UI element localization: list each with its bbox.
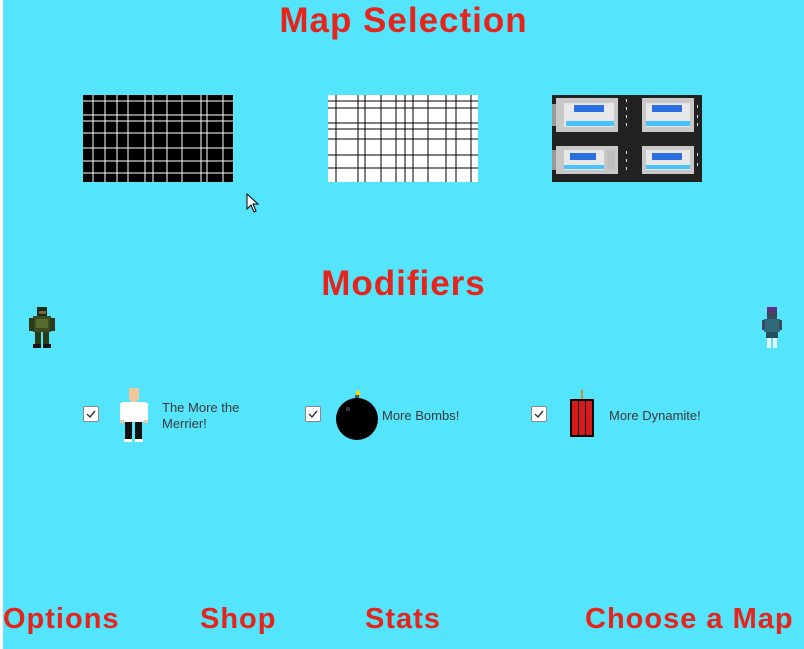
map-light-grid-thumbnail[interactable] bbox=[328, 95, 478, 182]
choose-a-map-button[interactable]: Choose a Map bbox=[585, 603, 794, 636]
bomb-icon bbox=[334, 389, 380, 441]
person-icon bbox=[119, 388, 149, 443]
map-city-thumbnail[interactable] bbox=[552, 95, 702, 182]
modifier-checkbox-more-merrier[interactable] bbox=[83, 406, 99, 422]
game-screen: Map Selection Modifiers The More the Mer… bbox=[3, 0, 804, 649]
checkmark-icon bbox=[86, 410, 96, 419]
modifier-label-more-bombs: More Bombs! bbox=[382, 408, 460, 423]
mouse-cursor-icon bbox=[246, 193, 260, 213]
dynamite-icon bbox=[569, 390, 595, 438]
map-dark-grid-thumbnail[interactable] bbox=[83, 95, 233, 182]
options-button[interactable]: Options bbox=[3, 603, 120, 636]
checkmark-icon bbox=[534, 410, 544, 419]
modifier-checkbox-more-bombs[interactable] bbox=[305, 406, 321, 422]
light-grid-map-icon bbox=[328, 95, 478, 182]
dark-grid-map-icon bbox=[83, 95, 233, 182]
modifier-label-more-merrier: The More the Merrier! bbox=[162, 400, 240, 431]
modifiers-title: Modifiers bbox=[321, 264, 486, 303]
city-map-icon bbox=[552, 95, 702, 182]
modifier-checkbox-more-dynamite[interactable] bbox=[531, 406, 547, 422]
map-selection-title: Map Selection bbox=[279, 1, 528, 40]
stats-button[interactable]: Stats bbox=[365, 603, 441, 636]
soldier-character-icon bbox=[29, 307, 55, 348]
checkmark-icon bbox=[308, 410, 318, 419]
modifier-label-more-dynamite: More Dynamite! bbox=[609, 408, 701, 423]
player-character-icon bbox=[762, 307, 782, 348]
shop-button[interactable]: Shop bbox=[200, 603, 277, 636]
